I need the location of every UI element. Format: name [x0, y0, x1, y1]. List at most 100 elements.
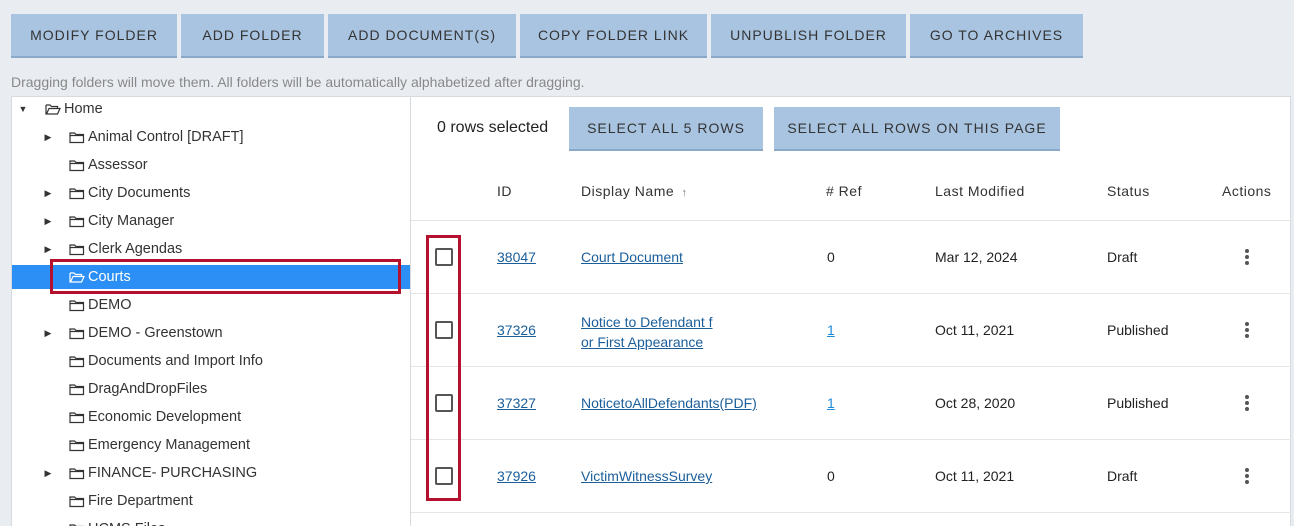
caret-right-icon[interactable]: ▶ — [43, 328, 53, 339]
tree-item-label: Economic Development — [88, 409, 242, 425]
caret-right-icon[interactable]: ▶ — [43, 216, 53, 227]
tree-item-label: Fire Department — [88, 493, 193, 509]
folder-open-icon — [45, 103, 61, 116]
last-modified: Mar 12, 2024 — [935, 249, 1018, 265]
more-actions-icon[interactable] — [1244, 394, 1250, 412]
rows-selected-count: 0 rows selected — [437, 119, 549, 136]
tree-item-label: Documents and Import Info — [88, 353, 263, 369]
status-text: Published — [1107, 395, 1169, 411]
header-id[interactable]: ID — [497, 183, 512, 199]
go-to-archives-button[interactable]: GO TO ARCHIVES — [910, 14, 1083, 58]
select-page-rows-button[interactable]: SELECT ALL ROWS ON THIS PAGE — [774, 107, 1060, 151]
tree-item-label: Animal Control [DRAFT] — [88, 129, 244, 145]
folder-icon — [69, 383, 85, 396]
tree-item-finance-purchasing[interactable]: ▶ FINANCE- PURCHASING — [12, 461, 410, 485]
sort-ascending-icon: ↑ — [681, 187, 688, 199]
folder-icon — [69, 523, 85, 526]
ref-count-link[interactable]: 1 — [827, 322, 835, 338]
tree-item-label: FINANCE- PURCHASING — [88, 465, 258, 481]
folder-icon — [69, 243, 85, 256]
document-name-link[interactable]: NoticetoAllDefendants(PDF) — [581, 395, 757, 411]
tree-item-clerk-agendas[interactable]: ▶ Clerk Agendas — [12, 237, 410, 261]
modify-folder-button[interactable]: MODIFY FOLDER — [11, 14, 177, 58]
status-text: Published — [1107, 322, 1169, 338]
tree-item-label: Assessor — [88, 157, 148, 173]
tree-item-animal-control-draft[interactable]: ▶ Animal Control [DRAFT] — [12, 125, 410, 149]
caret-right-icon[interactable]: ▶ — [43, 244, 53, 255]
header-status[interactable]: Status — [1107, 183, 1150, 199]
tree-item-fire-department[interactable]: Fire Department — [12, 489, 410, 513]
ref-count: 0 — [827, 468, 835, 484]
tree-item-label: Emergency Management — [88, 437, 250, 453]
tree-item-assessor[interactable]: Assessor — [12, 153, 410, 177]
header-last-modified[interactable]: Last Modified — [935, 183, 1025, 199]
select-all-rows-button[interactable]: SELECT ALL 5 ROWS — [569, 107, 763, 151]
folder-icon — [69, 411, 85, 424]
caret-right-icon[interactable]: ▶ — [43, 468, 53, 479]
folder-icon — [69, 215, 85, 228]
more-actions-icon[interactable] — [1244, 321, 1250, 339]
document-name-link[interactable]: Court Document — [581, 249, 683, 265]
checkbox-column-highlight — [426, 235, 461, 501]
status-text: Draft — [1107, 249, 1138, 265]
document-name-line: NoticetoAllDefendants(PDF) — [581, 395, 757, 411]
add-folder-button[interactable]: ADD FOLDER — [181, 14, 324, 58]
tree-item-emergency-management[interactable]: Emergency Management — [12, 433, 410, 457]
add-documents-button[interactable]: ADD DOCUMENT(S) — [328, 14, 516, 58]
tree-item-label: Home — [64, 101, 103, 117]
header-ref[interactable]: # Ref — [826, 183, 862, 199]
table-row: 38047 Court Document 0 Mar 12, 2024 Draft — [411, 221, 1291, 294]
document-name-line: or First Appearance — [581, 334, 704, 350]
folder-icon — [69, 495, 85, 508]
tree-item-label: Clerk Agendas — [88, 241, 183, 257]
selected-folder-highlight — [50, 259, 401, 294]
ref-count: 0 — [827, 249, 835, 265]
more-actions-icon[interactable] — [1244, 248, 1250, 266]
document-name-link[interactable]: VictimWitnessSurvey — [581, 468, 712, 484]
unpublish-folder-button[interactable]: UNPUBLISH FOLDER — [711, 14, 906, 58]
document-name-line: VictimWitnessSurvey — [581, 468, 713, 484]
tree-item-label: City Documents — [88, 185, 191, 201]
header-display-name[interactable]: Display Name ↑ — [581, 183, 688, 199]
folder-icon — [69, 327, 85, 340]
tree-item-demo[interactable]: DEMO — [12, 293, 410, 317]
folder-icon — [69, 131, 85, 144]
tree-item-label: HCMS Files — [88, 521, 165, 526]
ref-count-link[interactable]: 1 — [827, 395, 835, 411]
status-text: Draft — [1107, 468, 1138, 484]
tree-item-hcms-files[interactable]: HCMS Files — [12, 517, 410, 526]
document-name-line: Court Document — [581, 249, 683, 265]
table-row: 37327 NoticetoAllDefendants(PDF) 1 Oct 28, … — [411, 367, 1291, 440]
table-row: 37326 Notice to Defendant f or First Appea… — [411, 294, 1291, 367]
document-id-link[interactable]: 38047 — [497, 249, 536, 265]
more-actions-icon[interactable] — [1244, 467, 1250, 485]
tree-item-economic-development[interactable]: Economic Development — [12, 405, 410, 429]
caret-down-icon[interactable]: ▼ — [18, 104, 28, 114]
folder-icon — [69, 467, 85, 480]
tree-item-label: DEMO - Greenstown — [88, 325, 223, 341]
table-row: 37926 VictimWitnessSurvey 0 Oct 11, 2021 Dra… — [411, 440, 1291, 513]
drag-hint: Dragging folders will move them. All fol… — [11, 74, 585, 90]
folder-icon — [69, 187, 85, 200]
document-id-link[interactable]: 37326 — [497, 322, 536, 338]
tree-item-documents-and-import-info[interactable]: Documents and Import Info — [12, 349, 410, 373]
caret-right-icon[interactable]: ▶ — [43, 188, 53, 199]
tree-item-city-manager[interactable]: ▶ City Manager — [12, 209, 410, 233]
caret-right-icon[interactable]: ▶ — [43, 132, 53, 143]
tree-item-label: City Manager — [88, 213, 175, 229]
tree-item-draganddropfiles[interactable]: DragAndDropFiles — [12, 377, 410, 401]
header-display-name-label: Display Name — [581, 183, 675, 199]
last-modified: Oct 11, 2021 — [935, 468, 1015, 484]
tree-item-home[interactable]: ▼ Home — [12, 97, 410, 121]
tree-item-city-documents[interactable]: ▶ City Documents — [12, 181, 410, 205]
document-name-link[interactable]: Notice to Defendant f or First Appearance — [581, 312, 713, 352]
document-id-link[interactable]: 37327 — [497, 395, 536, 411]
copy-folder-link-button[interactable]: COPY FOLDER LINK — [520, 14, 707, 58]
last-modified: Oct 11, 2021 — [935, 322, 1015, 338]
tree-item-demo-greenstown[interactable]: ▶ DEMO - Greenstown — [12, 321, 410, 345]
document-id-link[interactable]: 37926 — [497, 468, 536, 484]
folder-icon — [69, 299, 85, 312]
folder-tree: ▼ Home ▶ Animal Control [DRAFT] Assessor ▶ Cit… — [11, 96, 411, 526]
last-modified: Oct 28, 2020 — [935, 395, 1016, 411]
folder-icon — [69, 439, 85, 452]
